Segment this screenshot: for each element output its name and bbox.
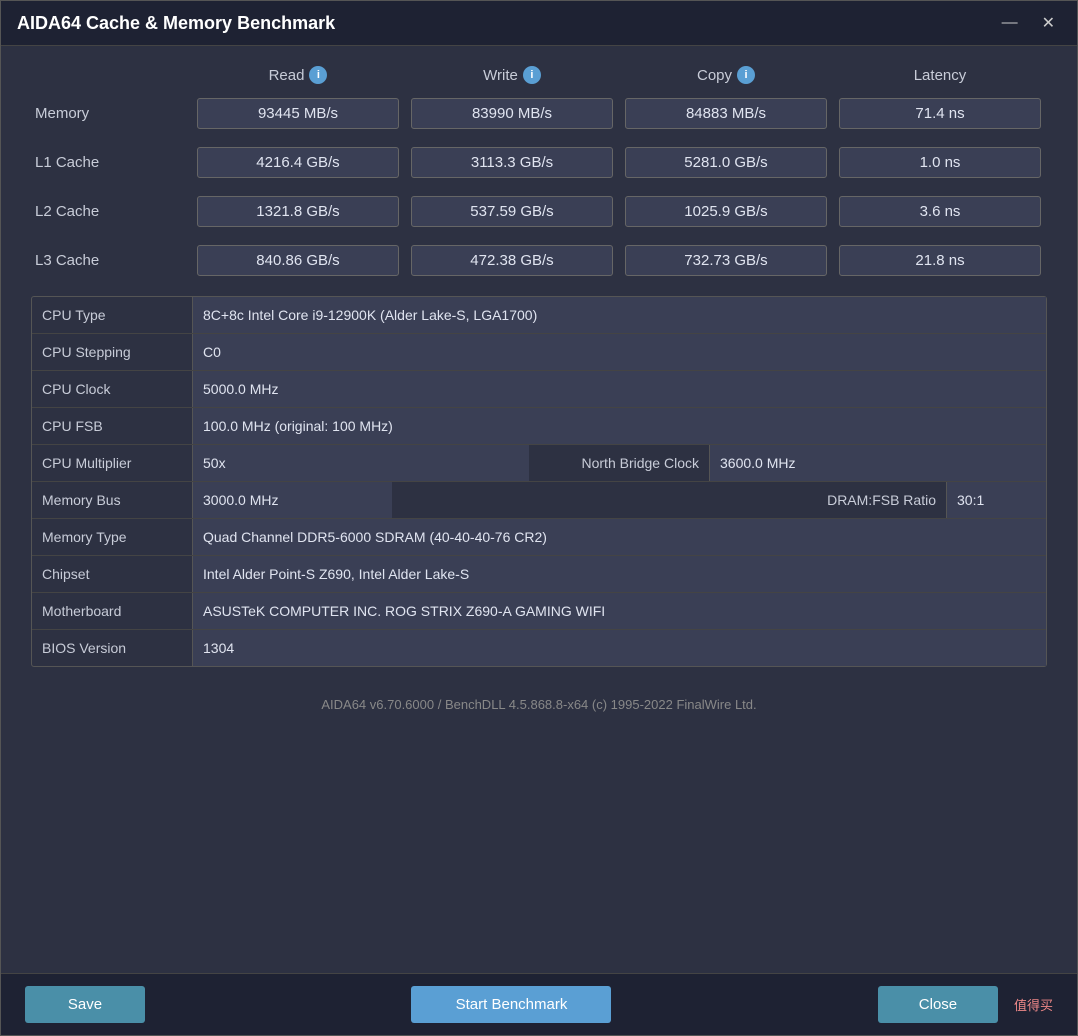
bench-latency-value: 1.0 ns xyxy=(839,147,1041,178)
motherboard-row: Motherboard ASUSTeK COMPUTER INC. ROG ST… xyxy=(32,593,1046,630)
memory-bus-label: Memory Bus xyxy=(32,486,192,514)
bench-copy-value: 1025.9 GB/s xyxy=(625,196,827,227)
memory-type-value: Quad Channel DDR5-6000 SDRAM (40-40-40-7… xyxy=(192,519,1046,555)
north-bridge-value: 3600.0 MHz xyxy=(709,445,1046,481)
close-button-bottom[interactable]: Close xyxy=(878,986,998,1023)
cpu-stepping-value: C0 xyxy=(192,334,1046,370)
chipset-row: Chipset Intel Alder Point-S Z690, Intel … xyxy=(32,556,1046,593)
motherboard-value: ASUSTeK COMPUTER INC. ROG STRIX Z690-A G… xyxy=(192,593,1046,629)
bench-latency-value: 71.4 ns xyxy=(839,98,1041,129)
cpu-multiplier-value: 50x xyxy=(192,445,529,481)
bench-header-write: Write i xyxy=(405,66,619,84)
bench-copy-value: 5281.0 GB/s xyxy=(625,147,827,178)
memory-type-label: Memory Type xyxy=(32,523,192,551)
bench-read-value: 840.86 GB/s xyxy=(197,245,399,276)
motherboard-label: Motherboard xyxy=(32,597,192,625)
memory-type-row: Memory Type Quad Channel DDR5-6000 SDRAM… xyxy=(32,519,1046,556)
bench-row-label: L3 Cache xyxy=(31,252,191,269)
copy-info-icon[interactable]: i xyxy=(737,66,755,84)
bios-row: BIOS Version 1304 xyxy=(32,630,1046,666)
cpu-type-row: CPU Type 8C+8c Intel Core i9-12900K (Ald… xyxy=(32,297,1046,334)
bench-data-row: L3 Cache 840.86 GB/s 472.38 GB/s 732.73 … xyxy=(31,245,1047,276)
main-window: AIDA64 Cache & Memory Benchmark — ✕ Read… xyxy=(0,0,1078,1036)
cpu-multiplier-label: CPU Multiplier xyxy=(32,449,192,477)
bench-latency-value: 21.8 ns xyxy=(839,245,1041,276)
bench-row-label: L1 Cache xyxy=(31,154,191,171)
benchmark-table: Read i Write i Copy i Latency Memory 934… xyxy=(31,66,1047,276)
bios-value: 1304 xyxy=(192,630,1046,666)
bench-write-value: 3113.3 GB/s xyxy=(411,147,613,178)
save-button[interactable]: Save xyxy=(25,986,145,1023)
bench-write-value: 537.59 GB/s xyxy=(411,196,613,227)
bench-row-label: L2 Cache xyxy=(31,203,191,220)
bench-copy-value: 84883 MB/s xyxy=(625,98,827,129)
cpu-stepping-row: CPU Stepping C0 xyxy=(32,334,1046,371)
bench-data-row: L1 Cache 4216.4 GB/s 3113.3 GB/s 5281.0 … xyxy=(31,147,1047,178)
bench-row-label: Memory xyxy=(31,105,191,122)
footer-text: AIDA64 v6.70.6000 / BenchDLL 4.5.868.8-x… xyxy=(31,687,1047,718)
window-title: AIDA64 Cache & Memory Benchmark xyxy=(17,13,335,34)
close-button[interactable]: ✕ xyxy=(1036,11,1061,35)
cpu-clock-label: CPU Clock xyxy=(32,375,192,403)
bench-latency-value: 3.6 ns xyxy=(839,196,1041,227)
bench-copy-value: 732.73 GB/s xyxy=(625,245,827,276)
cpu-fsb-value: 100.0 MHz (original: 100 MHz) xyxy=(192,408,1046,444)
bench-read-value: 93445 MB/s xyxy=(197,98,399,129)
bench-read-value: 4216.4 GB/s xyxy=(197,147,399,178)
chipset-label: Chipset xyxy=(32,560,192,588)
main-content: Read i Write i Copy i Latency Memory 934… xyxy=(1,46,1077,973)
north-bridge-label: North Bridge Clock xyxy=(529,449,709,477)
watermark: 值得买 xyxy=(1014,995,1053,1014)
cpu-type-value: 8C+8c Intel Core i9-12900K (Alder Lake-S… xyxy=(192,297,1046,333)
cpu-fsb-row: CPU FSB 100.0 MHz (original: 100 MHz) xyxy=(32,408,1046,445)
bottom-bar: Save Start Benchmark Close 值得买 xyxy=(1,973,1077,1035)
minimize-button[interactable]: — xyxy=(996,12,1024,34)
write-info-icon[interactable]: i xyxy=(523,66,541,84)
cpu-clock-row: CPU Clock 5000.0 MHz xyxy=(32,371,1046,408)
cpu-fsb-label: CPU FSB xyxy=(32,412,192,440)
bench-header-row: Read i Write i Copy i Latency xyxy=(31,66,1047,90)
memory-bus-row: Memory Bus 3000.0 MHz DRAM:FSB Ratio 30:… xyxy=(32,482,1046,519)
bench-write-value: 472.38 GB/s xyxy=(411,245,613,276)
bench-header-read: Read i xyxy=(191,66,405,84)
bench-header-empty xyxy=(31,66,191,84)
dram-fsb-value: 30:1 xyxy=(946,482,1046,518)
start-benchmark-button[interactable]: Start Benchmark xyxy=(411,986,611,1023)
cpu-stepping-label: CPU Stepping xyxy=(32,338,192,366)
bench-data-row: Memory 93445 MB/s 83990 MB/s 84883 MB/s … xyxy=(31,98,1047,129)
title-bar: AIDA64 Cache & Memory Benchmark — ✕ xyxy=(1,1,1077,46)
bench-rows-container: Memory 93445 MB/s 83990 MB/s 84883 MB/s … xyxy=(31,98,1047,276)
memory-bus-value: 3000.0 MHz xyxy=(192,482,392,518)
cpu-multiplier-row: CPU Multiplier 50x North Bridge Clock 36… xyxy=(32,445,1046,482)
chipset-value: Intel Alder Point-S Z690, Intel Alder La… xyxy=(192,556,1046,592)
read-info-icon[interactable]: i xyxy=(309,66,327,84)
bench-write-value: 83990 MB/s xyxy=(411,98,613,129)
bios-label: BIOS Version xyxy=(32,634,192,662)
bench-read-value: 1321.8 GB/s xyxy=(197,196,399,227)
dram-fsb-label: DRAM:FSB Ratio xyxy=(392,486,946,514)
bench-header-copy: Copy i xyxy=(619,66,833,84)
bench-data-row: L2 Cache 1321.8 GB/s 537.59 GB/s 1025.9 … xyxy=(31,196,1047,227)
cpu-clock-value: 5000.0 MHz xyxy=(192,371,1046,407)
window-controls: — ✕ xyxy=(996,11,1061,35)
bench-header-latency: Latency xyxy=(833,66,1047,84)
info-section: CPU Type 8C+8c Intel Core i9-12900K (Ald… xyxy=(31,296,1047,667)
cpu-type-label: CPU Type xyxy=(32,301,192,329)
